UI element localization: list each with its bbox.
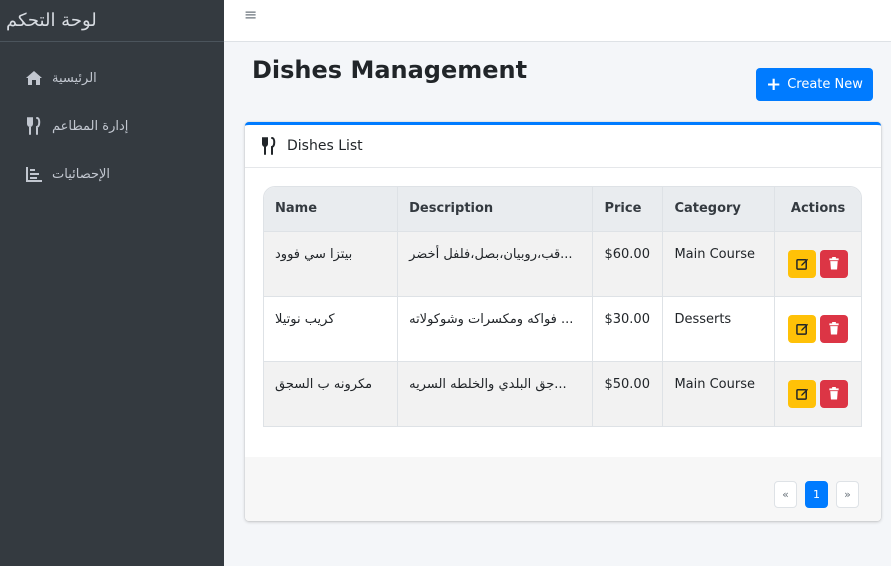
card-title: Dishes List <box>287 138 363 154</box>
edit-icon <box>795 388 808 400</box>
dish-actions <box>774 295 861 361</box>
dishes-table: Name Description Price Category Actions … <box>263 186 862 427</box>
dish-description: ...قب،روبيان،بصل،فلفل أخضر <box>397 230 594 296</box>
table-row: بيتزا سي فوود ...قب،روبيان،بصل،فلفل أخضر… <box>264 230 861 296</box>
card-header: Dishes List <box>245 125 881 168</box>
create-new-button[interactable]: + Create New <box>756 68 873 101</box>
delete-button[interactable] <box>820 314 849 343</box>
dishes-card: Dishes List Name Description Price Categ… <box>245 122 881 521</box>
dish-name: كريب نوتيلا <box>264 295 399 361</box>
dish-price: $50.00 <box>592 360 664 426</box>
trash-icon <box>829 257 839 270</box>
dish-name: بيتزا سي فوود <box>264 230 399 296</box>
sidebar-item-label: الإحصائيات <box>52 166 111 182</box>
sidebar-item-restaurants[interactable]: إدارة المطاعم <box>0 102 224 150</box>
pagination-prev[interactable]: « <box>774 481 797 508</box>
home-icon <box>24 68 44 88</box>
column-header-name: Name <box>264 187 399 231</box>
edit-button[interactable] <box>788 249 817 278</box>
sidebar-item-label: الرئيسية <box>52 70 97 86</box>
topbar: ≡ <box>224 0 891 42</box>
column-header-price: Price <box>592 187 664 231</box>
dish-description: ...جق البلدي والخلطه السريه <box>397 360 594 426</box>
pagination-page-1[interactable]: 1 <box>805 481 828 508</box>
table-header-row: Name Description Price Category Actions <box>264 187 861 231</box>
pagination: « 1 » <box>774 481 859 508</box>
dish-name: مكرونه ب السجق <box>264 360 399 426</box>
sidebar-item-statistics[interactable]: الإحصائيات <box>0 150 224 198</box>
sidebar-nav: الرئيسية إدارة المطاعم الإحصائيات <box>0 42 224 198</box>
create-new-label: Create New <box>787 77 863 92</box>
sidebar: لوحة التحكم الرئيسية إدارة المطاعم الإحص… <box>0 0 224 566</box>
edit-icon <box>795 258 808 270</box>
chart-bars-icon <box>24 164 44 184</box>
page-title: Dishes Management <box>252 56 528 84</box>
dish-actions <box>774 360 861 426</box>
edit-icon <box>795 323 808 335</box>
menu-icon[interactable]: ≡ <box>244 5 257 24</box>
table-row: مكرونه ب السجق ...جق البلدي والخلطه السر… <box>264 360 861 426</box>
dish-category: Main Course <box>662 230 776 296</box>
brand[interactable]: لوحة التحكم <box>0 0 224 42</box>
sidebar-item-label: إدارة المطاعم <box>52 118 129 134</box>
brand-title: لوحة التحكم <box>6 10 97 31</box>
delete-button[interactable] <box>820 379 849 408</box>
table-row: كريب نوتيلا ... فواكه ومكسرات وشوكولاته … <box>264 295 861 361</box>
dish-description: ... فواكه ومكسرات وشوكولاته <box>397 295 594 361</box>
column-header-category: Category <box>662 187 776 231</box>
dish-category: Desserts <box>662 295 776 361</box>
dish-category: Main Course <box>662 360 776 426</box>
card-footer: « 1 » <box>245 457 881 521</box>
dish-actions <box>774 230 861 296</box>
plus-icon: + <box>766 73 782 95</box>
utensils-icon <box>24 116 44 136</box>
dish-price: $30.00 <box>592 295 664 361</box>
column-header-description: Description <box>397 187 594 231</box>
trash-icon <box>829 322 839 335</box>
column-header-actions: Actions <box>774 187 861 231</box>
sidebar-item-home[interactable]: الرئيسية <box>0 54 224 102</box>
utensils-icon <box>261 137 277 155</box>
edit-button[interactable] <box>788 379 817 408</box>
dish-price: $60.00 <box>592 230 664 296</box>
trash-icon <box>829 387 839 400</box>
pagination-next[interactable]: » <box>836 481 859 508</box>
delete-button[interactable] <box>820 249 849 278</box>
edit-button[interactable] <box>788 314 817 343</box>
